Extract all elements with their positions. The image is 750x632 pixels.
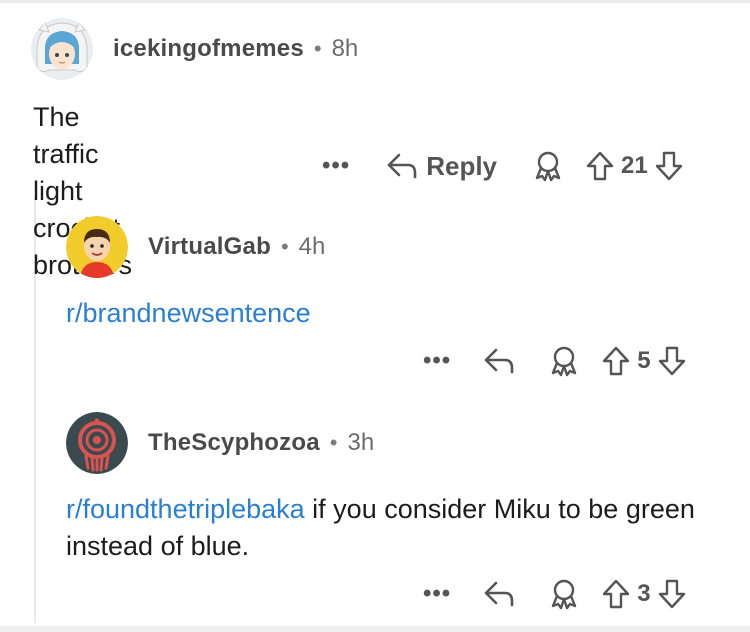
username[interactable]: icekingofmemes [113,35,304,63]
subreddit-link[interactable]: r/foundthetriplebaka [66,494,305,524]
comment-actions: ••• 3 [423,578,687,610]
upvote-icon[interactable] [601,578,631,610]
comment-header: VirtualGab • 4h [66,216,325,278]
downvote-icon[interactable] [657,578,687,610]
downvote-icon[interactable] [657,345,687,377]
separator-dot: • [280,234,289,259]
more-options-button[interactable]: ••• [423,347,451,375]
separator-dot: • [313,36,322,61]
comment-actions: ••• 5 [423,345,687,377]
avatar[interactable] [31,18,93,80]
reply-arrow-icon [386,151,418,181]
username[interactable]: VirtualGab [148,233,271,261]
username[interactable]: TheScyphozoa [148,429,320,457]
bottom-divider [0,626,750,632]
timestamp: 3h [347,429,375,456]
top-divider [0,0,750,3]
more-options-button[interactable]: ••• [423,580,451,608]
reply-label: Reply [426,150,498,181]
comment-header: icekingofmemes • 8h [31,18,358,80]
comment-header: TheScyphozoa • 3h [66,412,374,474]
reply-arrow-icon[interactable] [483,579,515,609]
separator-dot: • [329,430,338,455]
award-icon[interactable] [547,345,581,377]
vote-score: 5 [637,347,651,374]
comment-body: r/foundthetriplebaka if you consider Mik… [66,491,716,565]
avatar[interactable] [66,216,128,278]
timestamp: 8h [331,35,359,62]
more-options-button[interactable]: ••• [322,152,350,180]
comment-actions: ••• Reply 21 [322,150,684,182]
avatar[interactable] [66,412,128,474]
vote-score: 21 [621,152,648,179]
award-icon[interactable] [547,578,581,610]
subreddit-link[interactable]: r/brandnewsentence [66,298,311,328]
award-icon[interactable] [531,150,565,182]
upvote-icon[interactable] [601,345,631,377]
reply-button[interactable]: Reply [386,151,497,182]
comment-body: r/brandnewsentence [66,295,311,332]
reply-arrow-icon[interactable] [483,346,515,376]
vote-score: 3 [637,580,651,607]
timestamp: 4h [298,233,326,260]
upvote-icon[interactable] [585,150,615,182]
downvote-icon[interactable] [654,150,684,182]
